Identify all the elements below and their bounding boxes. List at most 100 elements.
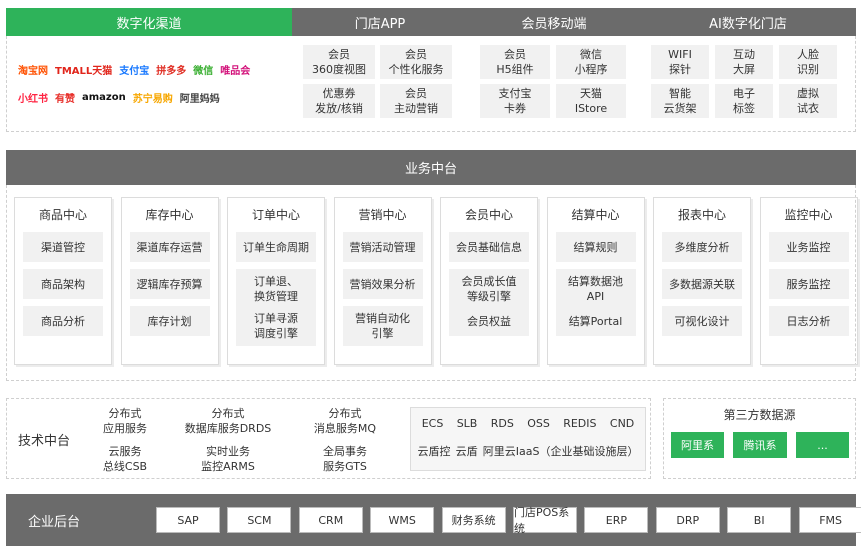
business-column-title: 监控中心 [784, 208, 833, 222]
member-mobile-item: 天猫 IStore [556, 84, 626, 118]
cloud-row-1: ECS SLB RDS OSS REDIS CND [411, 417, 645, 430]
business-column: 营销中心营销活动管理 营销效果分析营销自动化 引擎 [333, 197, 432, 365]
business-column-item: 结算规则 [555, 232, 636, 262]
third-party-ali: 阿里系 [671, 432, 724, 458]
ai-store-item: 互动 大屏 [715, 45, 773, 79]
backend-system: BI [727, 507, 792, 533]
tech-service: 分布式 消息服务MQ [313, 407, 377, 435]
business-column-item: 多数据源关联 [662, 269, 742, 299]
backend-system: FMS [798, 507, 861, 533]
logo-row-2: 小红书 有赞 amazon 苏宁易购 阿里妈妈 [18, 86, 288, 108]
business-column-item: 业务监控 [768, 232, 849, 262]
cloud-service: 阿里云IaaS（企业基础设施层） [482, 445, 639, 458]
backend-system: DRP [655, 507, 720, 533]
business-column-title: 订单中心 [251, 208, 300, 222]
business-column: 库存中心 渠道库存运营 逻辑库存预算 库存计划 [120, 197, 219, 365]
tab-digital-channel[interactable]: 数字化渠道 [6, 8, 292, 36]
channel-logos: 淘宝网 TMALL天猫 支付宝 拼多多 微信 唯品会 小红书 有赞 amazon 苏宁易购 阿里妈… [18, 58, 288, 110]
backend-system: SAP [156, 507, 220, 533]
business-column-item: 订单生命周期 [236, 232, 316, 262]
ai-store-item: WIFI 探针 [651, 45, 709, 79]
store-app-item: 优惠券 发放/核销 [303, 84, 375, 118]
tab-member-mobile[interactable]: 会员移动端 [468, 8, 640, 36]
business-column-item: 订单退、 换货管理 [236, 269, 316, 309]
store-app-item: 会员 360度视图 [303, 45, 375, 79]
tech-service: 云服务 总线CSB [102, 445, 148, 473]
business-column: 订单中心订单生命周期订单退、 换货管理 订单寻源 调度引擎 [227, 197, 325, 365]
channel-logo: amazon [82, 91, 126, 103]
third-party-tencent: 腾讯系 [733, 432, 787, 458]
cloud-services-box: ECS SLB RDS OSS REDIS CND 云盾控 云盾 阿里云IaaS（企业基础设施… [410, 407, 646, 471]
business-column: 结算中心 结算规则 结算数据池 API 结算Portal [546, 197, 645, 365]
channel-logo: 拼多多 [156, 65, 187, 77]
business-column-item: 多维度分析 [662, 232, 742, 262]
channel-logo: 苏宁易购 [132, 93, 173, 105]
third-party-title: 第三方数据源 [723, 408, 796, 422]
business-column-title: 会员中心 [464, 208, 513, 222]
business-column-item: 商品分析 [23, 306, 103, 336]
cloud-service: REDIS [563, 417, 597, 430]
tab-store-app[interactable]: 门店APP [292, 8, 468, 36]
business-column-item: 日志分析 [768, 306, 849, 336]
cloud-service: CND [609, 417, 635, 430]
tech-service: 分布式 数据库服务DRDS [184, 407, 272, 435]
ai-store-item: 虚拟 试衣 [779, 84, 837, 118]
business-column-item: 营销自动化 引擎 [342, 306, 423, 346]
business-platform-header: 业务中台 [6, 150, 856, 185]
business-column: 报表中心多维度分析多数据源关联 可视化设计 [653, 197, 751, 365]
business-column-item: 服务监控 [768, 269, 849, 299]
store-app-item: 会员 主动营销 [380, 84, 452, 118]
backend-system: SCM [227, 507, 292, 533]
business-column-item: 可视化设计 [662, 306, 742, 336]
ai-store-item: 智能 云货架 [651, 84, 709, 118]
channel-logo: 支付宝 [119, 65, 150, 77]
business-column-item: 会员基础信息 [449, 232, 529, 262]
tech-service: 全局事务 服务GTS [323, 445, 367, 473]
business-column-item: 营销效果分析 [342, 269, 423, 299]
channel-logo: 淘宝网 [18, 65, 48, 77]
store-app-item: 会员 个性化服务 [380, 45, 452, 79]
tab-ai-store[interactable]: AI数字化门店 [640, 8, 856, 36]
backend-system: ERP [584, 507, 649, 533]
business-column-item: 商品架构 [23, 269, 103, 299]
channel-logo: 阿里妈妈 [179, 93, 220, 105]
cloud-service: RDS [490, 417, 514, 430]
cloud-row-2: 云盾控 云盾 阿里云IaaS（企业基础设施层） [411, 443, 645, 459]
channel-logo: 小红书 [18, 93, 48, 105]
business-column-item: 结算数据池 API [555, 269, 636, 309]
business-column-item: 会员权益 [449, 306, 529, 336]
tech-service: 分布式 应用服务 [103, 407, 147, 435]
member-mobile-item: 会员 H5组件 [480, 45, 550, 79]
member-mobile-item: 微信 小程序 [556, 45, 626, 79]
business-column-item: 订单寻源 调度引擎 [236, 306, 316, 346]
third-party-more: ... [796, 432, 849, 458]
channel-logo: TMALL天猫 [55, 65, 113, 77]
channel-logo: 唯品会 [220, 65, 251, 77]
cloud-service: 云盾 [455, 445, 478, 458]
business-column-title: 报表中心 [677, 208, 726, 222]
business-column-item: 会员成长值 等级引擎 [449, 269, 529, 309]
ai-store-item: 电子 标签 [715, 84, 773, 118]
channel-logo: 有赞 [55, 93, 75, 105]
backend-system: 财务系统 [441, 507, 506, 533]
business-column: 会员中心会员基础信息会员成长值 等级引擎 会员权益 [440, 197, 538, 365]
member-mobile-item: 支付宝 卡券 [480, 84, 550, 118]
ai-store-item: 人脸 识别 [779, 45, 837, 79]
business-column: 监控中心业务监控服务监控日志分析 [759, 197, 858, 365]
channel-logo: 微信 [193, 65, 214, 77]
backend-system: CRM [298, 507, 363, 533]
tech-platform-title: 技术中台 [18, 434, 71, 449]
business-column-item: 营销活动管理 [342, 232, 423, 262]
business-column-title: 商品中心 [38, 208, 87, 222]
tech-service: 实时业务 监控ARMS [201, 445, 255, 473]
business-column-title: 营销中心 [358, 208, 407, 222]
business-column-title: 结算中心 [571, 208, 620, 222]
business-column-item: 库存计划 [129, 306, 210, 336]
backend-system: 门店POS系统 [513, 506, 577, 535]
cloud-service: OSS [527, 417, 550, 430]
cloud-service: ECS [421, 417, 444, 430]
logo-row-1: 淘宝网 TMALL天猫 支付宝 拼多多 微信 唯品会 [18, 58, 288, 80]
business-column: 商品中心渠道管控商品架构商品分析 [14, 197, 112, 365]
business-column-item: 渠道管控 [23, 232, 103, 262]
backend-title: 企业后台 [28, 515, 81, 530]
